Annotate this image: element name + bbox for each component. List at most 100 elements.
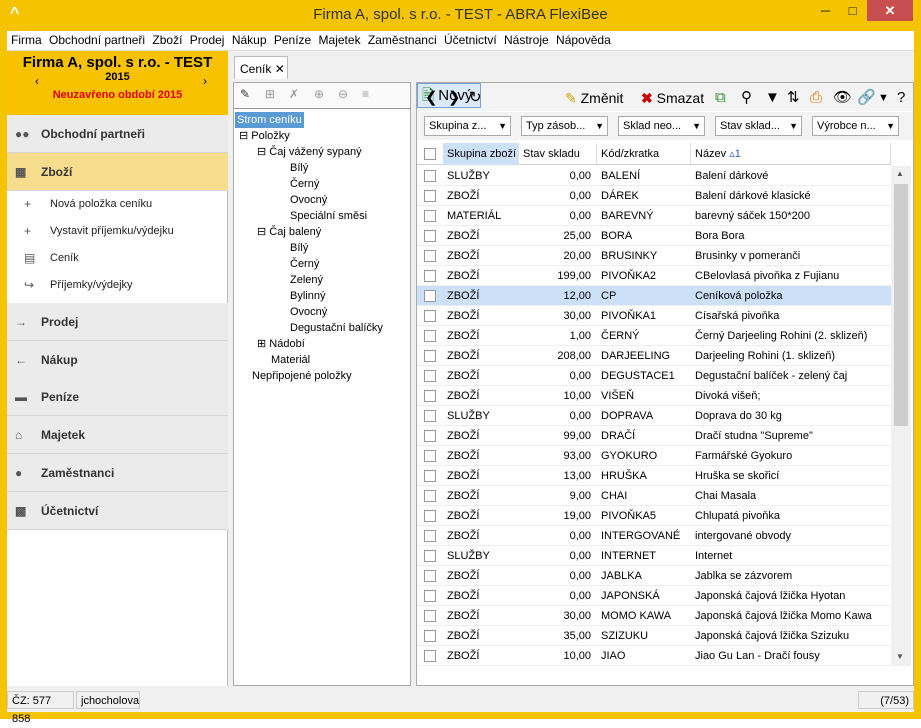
table-row[interactable]: ZBOŽÍ 99,00 DRAČÍ Dračí studna "Supreme" bbox=[417, 426, 891, 446]
filter-warehouse[interactable]: Sklad neo... ▼ bbox=[618, 116, 705, 136]
row-checkbox[interactable] bbox=[424, 410, 436, 422]
table-row[interactable]: ZBOŽÍ 0,00 JAPONSKÁ Japonská čajová lžička … bbox=[417, 586, 891, 606]
sort-icon[interactable]: ⇅ bbox=[787, 87, 800, 109]
nav-receipts[interactable]: ↪ Příjemky/výdejky bbox=[7, 272, 228, 299]
maximize-button[interactable]: □ bbox=[839, 0, 866, 21]
table-row[interactable]: ZBOŽÍ 0,00 INTERGOVANÉ intergované obvody bbox=[417, 526, 891, 546]
column-header-name[interactable]: Název ▵1 bbox=[691, 143, 891, 165]
back-icon[interactable]: ❮ bbox=[425, 87, 438, 109]
nav-money[interactable]: ▬ Peníze bbox=[7, 378, 228, 416]
tree-node-packed-herbal[interactable]: Bylinný bbox=[290, 288, 325, 304]
table-row[interactable]: MATERIÁL 0,00 BAREVNÝ barevný sáček 150*200 bbox=[417, 206, 891, 226]
filter-stock-type[interactable]: Typ zásob... ▼ bbox=[521, 116, 608, 136]
help-icon[interactable]: ? bbox=[897, 87, 905, 109]
row-checkbox[interactable] bbox=[424, 190, 436, 202]
close-button[interactable]: ✕ bbox=[867, 0, 913, 21]
row-checkbox[interactable] bbox=[424, 490, 436, 502]
row-checkbox[interactable] bbox=[424, 530, 436, 542]
nav-new-item[interactable]: + Nová položka ceníku bbox=[7, 191, 228, 218]
tree-node-loose-black[interactable]: Černý bbox=[290, 176, 319, 192]
previous-year-button[interactable]: ‹ bbox=[35, 74, 39, 88]
table-row[interactable]: ZBOŽÍ 10,00 VIŠEŇ Divoká višeň; bbox=[417, 386, 891, 406]
table-row[interactable]: ZBOŽÍ 35,00 SZIZUKU Japonská čajová lžička … bbox=[417, 626, 891, 646]
tree-node-loose-special[interactable]: Speciální směsi bbox=[290, 208, 367, 224]
table-row[interactable]: ZBOŽÍ 199,00 PIVOŇKA2 CBelovlasá pivoňka z … bbox=[417, 266, 891, 286]
filter-icon[interactable]: ▼ bbox=[765, 87, 780, 109]
nav-pricelist[interactable]: ▤ Ceník bbox=[7, 245, 228, 272]
table-row[interactable]: ZBOŽÍ 20,00 BRUSINKY Brusinky v pomeranči bbox=[417, 246, 891, 266]
collapse-node-icon[interactable]: ⊖ bbox=[338, 87, 348, 101]
row-checkbox[interactable] bbox=[424, 250, 436, 262]
edit-node-icon[interactable]: ✎ bbox=[240, 87, 250, 101]
tree-node-root[interactable]: Strom ceníku bbox=[235, 112, 304, 128]
menu-money[interactable]: Peníze bbox=[270, 31, 311, 47]
table-row[interactable]: ZBOŽÍ 10,00 JIAO Jiao Gu Lan - Dračí fousy bbox=[417, 646, 891, 666]
tree-node-packed-white[interactable]: Bílý bbox=[290, 240, 308, 256]
search-icon[interactable]: ⚲ bbox=[741, 87, 752, 109]
next-year-button[interactable]: › bbox=[203, 74, 207, 88]
scroll-up-icon[interactable]: ▲ bbox=[896, 169, 904, 178]
tree-node-dishes[interactable]: ⊞ Nádobí bbox=[257, 336, 305, 352]
menu-firma[interactable]: Firma bbox=[7, 31, 42, 47]
row-checkbox[interactable] bbox=[424, 390, 436, 402]
tree-node-loose-tea[interactable]: ⊟ Čaj vážený sypaný bbox=[257, 144, 362, 160]
table-row[interactable]: ZBOŽÍ 25,00 BORA Bora Bora bbox=[417, 226, 891, 246]
nav-employees[interactable]: ● Zaměstnanci bbox=[7, 454, 228, 492]
row-checkbox[interactable] bbox=[424, 330, 436, 342]
menu-help[interactable]: Nápověda bbox=[552, 31, 611, 47]
table-row[interactable]: ZBOŽÍ 0,00 DÁREK Balení dárkové klasické bbox=[417, 186, 891, 206]
table-row[interactable]: SLUŽBY 0,00 BALENÍ Balení dárkové bbox=[417, 166, 891, 186]
table-row[interactable]: SLUŽBY 0,00 INTERNET Internet bbox=[417, 546, 891, 566]
row-checkbox[interactable] bbox=[424, 370, 436, 382]
forward-icon[interactable]: ❯ bbox=[448, 87, 461, 109]
nav-goods[interactable]: ▦ Zboží bbox=[7, 153, 228, 191]
row-checkbox[interactable] bbox=[424, 630, 436, 642]
row-checkbox[interactable] bbox=[424, 470, 436, 482]
vertical-scrollbar[interactable]: ▲ ▼ bbox=[891, 166, 911, 666]
expand-node-icon[interactable]: ⊕ bbox=[314, 87, 324, 101]
row-checkbox[interactable] bbox=[424, 450, 436, 462]
scrollbar-thumb[interactable] bbox=[894, 184, 908, 426]
table-row[interactable]: ZBOŽÍ 30,00 PIVOŇKA1 Císařská pivoňka bbox=[417, 306, 891, 326]
row-checkbox[interactable] bbox=[424, 310, 436, 322]
tree-node-items[interactable]: ⊟ Položky bbox=[239, 128, 290, 144]
table-row[interactable]: ZBOŽÍ 30,00 MOMO KAWA Japonská čajová lžičk… bbox=[417, 606, 891, 626]
row-checkbox[interactable] bbox=[424, 510, 436, 522]
add-child-icon[interactable]: ⊞ bbox=[265, 87, 275, 101]
view-icon[interactable]: 👁 bbox=[833, 87, 852, 109]
row-checkbox[interactable] bbox=[424, 270, 436, 282]
tree-node-loose-fruit[interactable]: Ovocný bbox=[290, 192, 327, 208]
row-checkbox[interactable] bbox=[424, 650, 436, 662]
table-row[interactable]: ZBOŽÍ 208,00 DARJEELING Darjeeling Rohini (… bbox=[417, 346, 891, 366]
menu-partners[interactable]: Obchodní partneři bbox=[45, 31, 145, 47]
column-header-group[interactable]: Skupina zboží bbox=[443, 143, 519, 165]
tree-node-material[interactable]: Materiál bbox=[271, 352, 310, 368]
tree-node-packed-black[interactable]: Černý bbox=[290, 256, 319, 272]
minimize-button[interactable]: ─ bbox=[812, 0, 839, 21]
nav-partners[interactable]: ●● Obchodní partneři bbox=[7, 115, 228, 153]
print-icon[interactable]: ⎙ bbox=[810, 87, 822, 109]
filter-product-group[interactable]: Skupina z... ▼ bbox=[424, 116, 511, 136]
menu-accounting[interactable]: Účetnictví bbox=[440, 31, 497, 47]
tab-close-icon[interactable]: ✕ bbox=[275, 62, 285, 76]
row-checkbox[interactable] bbox=[424, 610, 436, 622]
menu-sales[interactable]: Prodej bbox=[186, 31, 225, 47]
menu-assets[interactable]: Majetek bbox=[315, 31, 361, 47]
column-header-code[interactable]: Kód/zkratka bbox=[597, 143, 691, 165]
menu-employees[interactable]: Zaměstnanci bbox=[364, 31, 437, 47]
table-row[interactable]: ZBOŽÍ 12,00 CP Ceníková položka bbox=[417, 286, 891, 306]
tree-node-tasting-packs[interactable]: Degustační balíčky bbox=[290, 320, 383, 336]
nav-issue-receipt[interactable]: + Vystavit příjemku/výdejku bbox=[7, 218, 228, 245]
column-header-stock[interactable]: Stav skladu bbox=[519, 143, 597, 165]
table-row[interactable]: SLUŽBY 0,00 DOPRAVA Doprava do 30 kg bbox=[417, 406, 891, 426]
filter-stock-state[interactable]: Stav sklad... ▼ bbox=[715, 116, 802, 136]
table-row[interactable]: ZBOŽÍ 19,00 PIVOŇKA5 Chlupatá pivoňka bbox=[417, 506, 891, 526]
row-checkbox[interactable] bbox=[424, 430, 436, 442]
row-checkbox[interactable] bbox=[424, 290, 436, 302]
more-menu-icon[interactable]: ▼ bbox=[878, 87, 889, 109]
table-row[interactable]: ZBOŽÍ 0,00 DEGUSTACE1 Degustační balíček - … bbox=[417, 366, 891, 386]
tree-settings-icon[interactable]: ≡ bbox=[362, 87, 369, 101]
filter-manufacturer[interactable]: Výrobce n... ▼ bbox=[812, 116, 899, 136]
remove-node-icon[interactable]: ✗ bbox=[289, 87, 299, 101]
table-row[interactable]: ZBOŽÍ 93,00 GYOKURO Farmářské Gyokuro bbox=[417, 446, 891, 466]
